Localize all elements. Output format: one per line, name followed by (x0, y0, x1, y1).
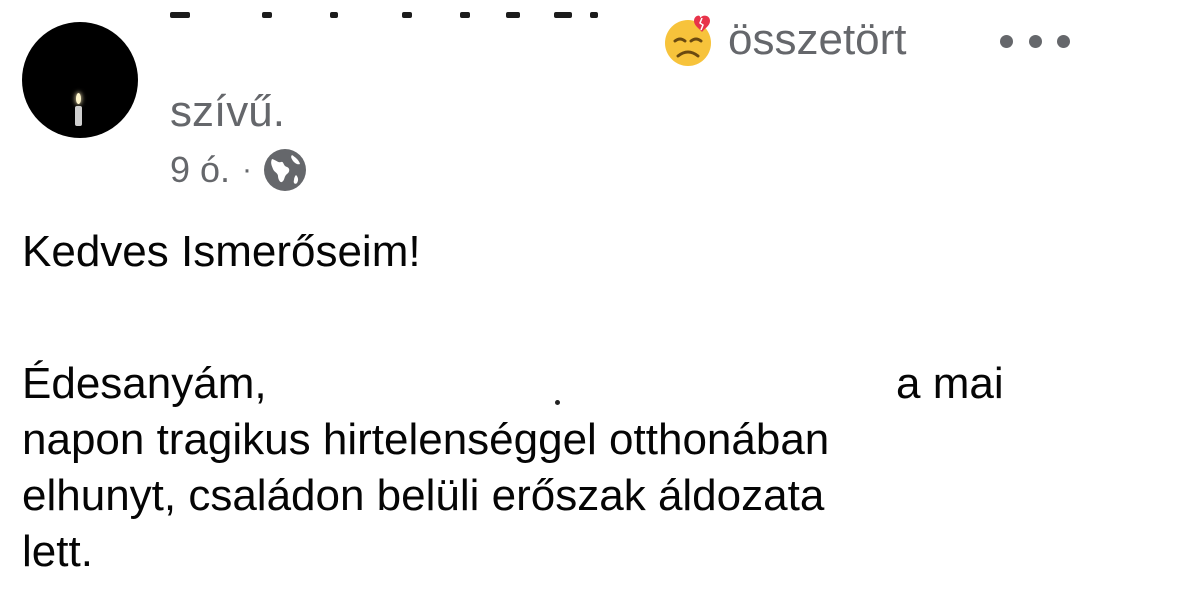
dot-icon (1028, 34, 1042, 48)
meta-separator: · (242, 153, 253, 186)
facebook-post: összetört szívű. 9 ó. · Kedves Ismerősei… (0, 0, 1200, 597)
more-options-button[interactable] (1000, 26, 1070, 56)
post-timestamp[interactable]: 9 ó. (170, 149, 230, 191)
candle-icon (75, 106, 82, 126)
feeling-text-continued[interactable]: szívű. (170, 84, 285, 140)
dot-icon (1000, 34, 1013, 48)
post-greeting: Kedves Ismerőseim! (22, 227, 421, 276)
post-meta: 9 ó. · (170, 146, 308, 194)
post-body-line-3: elhunyt, családon belüli erőszak áldozat… (22, 471, 825, 520)
profile-avatar[interactable] (22, 22, 138, 138)
post-body-line-1-start: Édesanyám, (22, 359, 267, 408)
broken-heart-face-emoji (662, 14, 716, 68)
candle-flame-icon (76, 93, 81, 104)
redacted-author-name (170, 0, 630, 22)
redacted-name-fragment (555, 400, 560, 405)
globe-icon[interactable] (262, 147, 308, 193)
feeling-text[interactable]: összetört (728, 12, 907, 68)
post-body-line-4: lett. (22, 527, 93, 576)
post-body-line-1-end: a mai (896, 359, 1004, 408)
post-body-line-2: napon tragikus hirtelenséggel otthonában (22, 415, 830, 464)
dot-icon (1057, 34, 1070, 48)
